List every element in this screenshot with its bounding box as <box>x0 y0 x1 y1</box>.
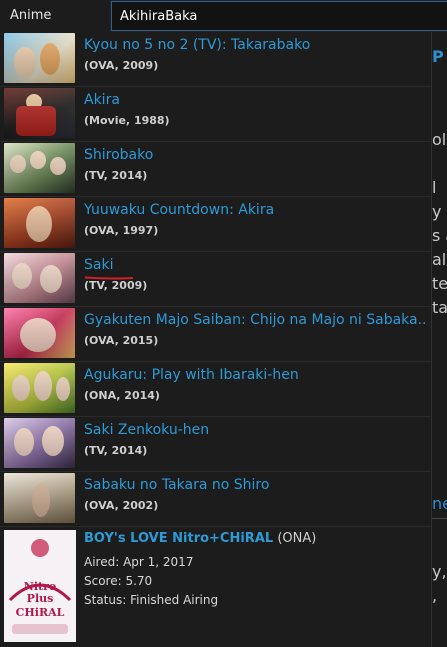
bg-text: y <box>432 202 442 221</box>
background-page: P ol l y s a al te ta ne y, , <box>432 32 447 647</box>
search-bar: Anime <box>0 0 447 32</box>
search-result-item[interactable]: Sabaku no Takara no Shiro (OVA, 2002) <box>0 472 431 527</box>
featured-status: Status: Finished Airing <box>84 593 219 607</box>
svg-text:CHiRAL: CHiRAL <box>16 606 65 619</box>
result-thumbnail <box>4 143 75 193</box>
search-results-dropdown: Kyou no 5 no 2 (TV): Takarabako (OVA, 20… <box>0 32 432 647</box>
result-thumbnail <box>4 33 75 83</box>
bg-text: te <box>432 274 447 293</box>
result-meta: (OVA, 2009) <box>84 59 159 72</box>
bg-text: , <box>432 586 438 605</box>
bg-text: s a <box>432 226 447 245</box>
result-title[interactable]: Saki <box>84 257 113 273</box>
result-thumbnail <box>4 418 75 468</box>
result-meta: (OVA, 2015) <box>84 334 159 347</box>
result-title[interactable]: Saki Zenkoku-hen <box>84 422 209 438</box>
search-input[interactable] <box>111 1 447 31</box>
featured-title-line: BOY's LOVE Nitro+CHiRAL (ONA) <box>84 531 316 546</box>
result-thumbnail <box>4 308 75 358</box>
result-title[interactable]: Kyou no 5 no 2 (TV): Takarabako <box>84 37 310 53</box>
svg-text:Plus: Plus <box>27 592 54 605</box>
result-thumbnail <box>4 253 75 303</box>
featured-score: Score: 5.70 <box>84 574 153 588</box>
result-title[interactable]: Yuuwaku Countdown: Akira <box>84 202 274 218</box>
result-meta: (OVA, 1997) <box>84 224 159 237</box>
featured-title[interactable]: BOY's LOVE Nitro+CHiRAL <box>84 531 273 546</box>
search-result-item[interactable]: Kyou no 5 no 2 (TV): Takarabako (OVA, 20… <box>0 32 431 87</box>
bg-text: ta <box>432 298 447 317</box>
result-thumbnail <box>4 198 75 248</box>
page: Anime P ol l y s a al te ta ne y, , Kyou… <box>0 0 447 647</box>
bg-text: l <box>432 178 437 197</box>
bg-text: al <box>432 250 447 269</box>
search-result-item[interactable]: Agukaru: Play with Ibaraki-hen (ONA, 201… <box>0 362 431 417</box>
result-thumbnail <box>4 88 75 138</box>
bg-text: ol <box>432 130 447 149</box>
result-title[interactable]: Sabaku no Takara no Shiro <box>84 477 269 493</box>
bg-text: y, <box>432 562 447 581</box>
result-thumbnail <box>4 473 75 523</box>
category-select[interactable]: Anime <box>0 0 110 32</box>
search-result-item[interactable]: Gyakuten Majo Saiban: Chijo na Majo ni S… <box>0 307 431 362</box>
result-meta: (TV, 2009) <box>84 279 148 292</box>
result-title[interactable]: Shirobako <box>84 147 153 163</box>
search-result-item[interactable]: Yuuwaku Countdown: Akira (OVA, 1997) <box>0 197 431 252</box>
result-meta: (Movie, 1988) <box>84 114 170 127</box>
search-result-item[interactable]: Saki Zenkoku-hen (TV, 2014) <box>0 417 431 472</box>
search-result-item[interactable]: Saki (TV, 2009) <box>0 252 431 307</box>
result-title[interactable]: Agukaru: Play with Ibaraki-hen <box>84 367 299 383</box>
bg-divider <box>432 518 447 519</box>
featured-kind: (ONA) <box>277 531 317 546</box>
result-thumbnail <box>4 363 75 413</box>
featured-thumbnail: Nitro Plus CHiRAL <box>4 530 76 642</box>
nitroplus-chiral-logo-icon: Nitro Plus CHiRAL <box>4 530 76 642</box>
featured-result[interactable]: Nitro Plus CHiRAL BOY's LOVE Nitro+CHiRA… <box>0 527 431 647</box>
result-meta: (TV, 2014) <box>84 444 148 457</box>
result-title[interactable]: Akira <box>84 92 120 108</box>
featured-aired: Aired: Apr 1, 2017 <box>84 555 194 569</box>
result-title[interactable]: Gyakuten Majo Saiban: Chijo na Majo ni S… <box>84 312 428 328</box>
result-meta: (ONA, 2014) <box>84 389 160 402</box>
search-result-item[interactable]: Shirobako (TV, 2014) <box>0 142 431 197</box>
result-meta: (TV, 2014) <box>84 169 148 182</box>
bg-text: P <box>432 47 444 66</box>
search-result-item[interactable]: Akira (Movie, 1988) <box>0 87 431 142</box>
bg-text: ne <box>432 494 447 513</box>
result-meta: (OVA, 2002) <box>84 499 159 512</box>
